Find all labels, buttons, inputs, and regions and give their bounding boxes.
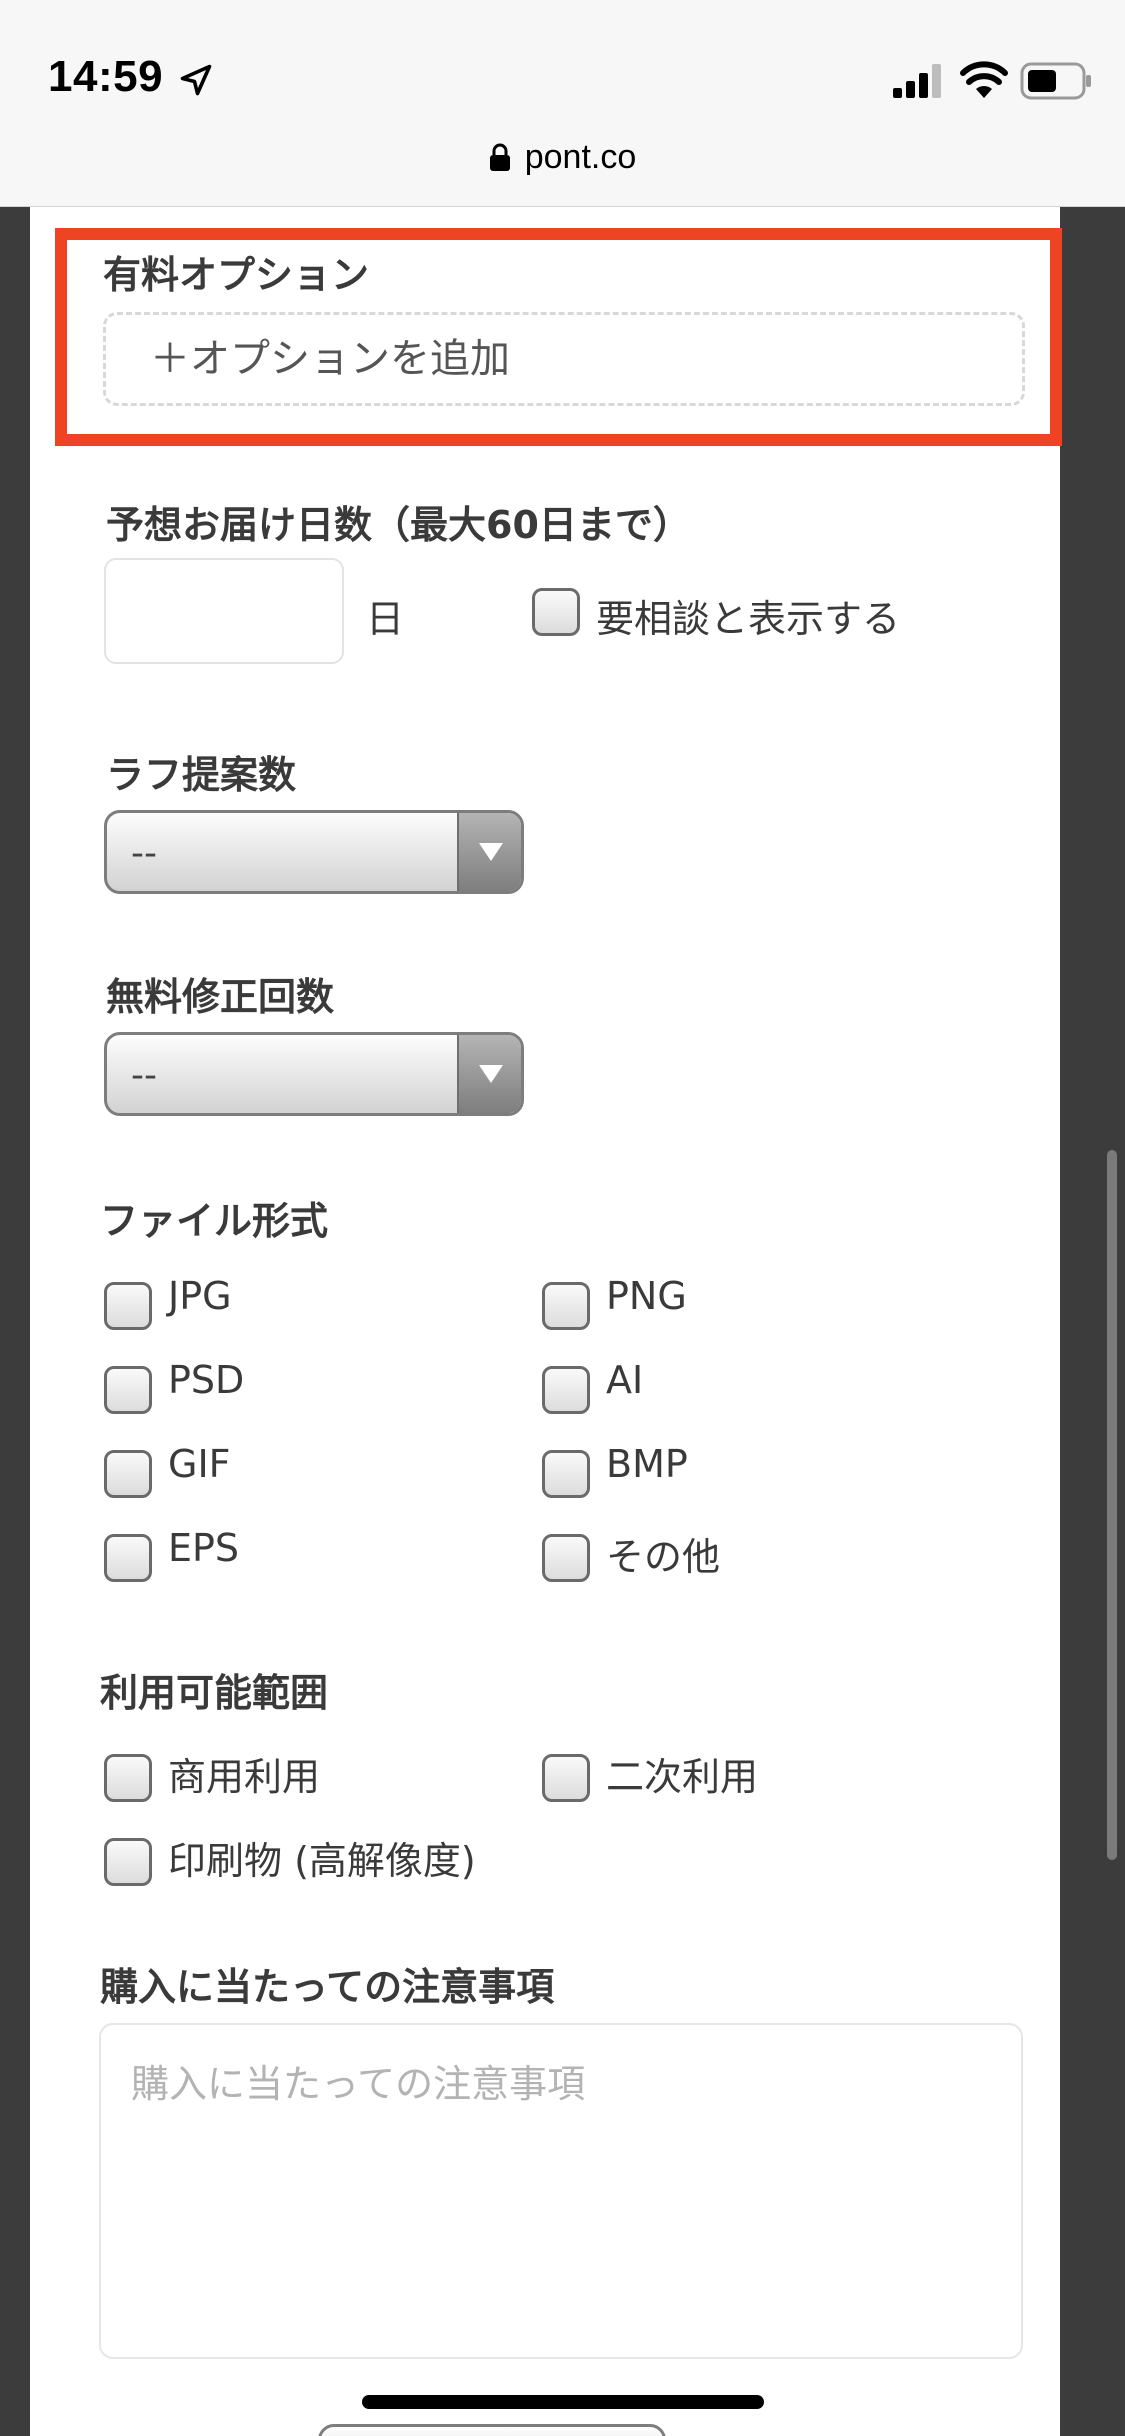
purchase-notes-label: 購入に当たっての注意事項 (100, 1965, 555, 2009)
checkbox-ai[interactable] (542, 1366, 590, 1414)
checkbox-png[interactable] (542, 1282, 590, 1330)
chevron-down-icon (457, 1035, 521, 1113)
chevron-down-icon (457, 813, 521, 891)
checkbox-secondary-use-label: 二次利用 (606, 1755, 759, 1799)
free-revisions-label: 無料修正回数 (106, 975, 335, 1019)
checkbox-commercial-use[interactable] (104, 1754, 152, 1802)
next-select[interactable] (318, 2424, 666, 2436)
checkbox-other[interactable] (542, 1534, 590, 1582)
url-text: pont.co (524, 138, 637, 176)
signal-icon (893, 64, 941, 98)
rough-proposals-label: ラフ提案数 (106, 753, 297, 797)
url-bar[interactable]: pont.co (0, 138, 1125, 177)
checkbox-secondary-use[interactable] (542, 1754, 590, 1802)
rough-proposals-value: -- (131, 833, 157, 874)
checkbox-jpg[interactable] (104, 1282, 152, 1330)
checkbox-psd[interactable] (104, 1366, 152, 1414)
checkbox-png-label: PNG (606, 1274, 687, 1318)
checkbox-bmp[interactable] (542, 1450, 590, 1498)
checkbox-gif[interactable] (104, 1450, 152, 1498)
browser-status-bar: 14:59 pont.co (0, 0, 1125, 207)
checkbox-bmp-label: BMP (606, 1442, 688, 1486)
wifi-icon (960, 61, 1008, 98)
file-formats-label: ファイル形式 (100, 1199, 329, 1243)
checkbox-eps-label: EPS (168, 1526, 240, 1570)
checkbox-commercial-use-label: 商用利用 (168, 1755, 321, 1799)
delivery-days-input[interactable] (104, 558, 344, 664)
add-option-button[interactable]: ＋オプションを追加 (103, 312, 1025, 406)
home-indicator[interactable] (362, 2395, 764, 2409)
checkbox-ai-label: AI (606, 1358, 644, 1402)
free-revisions-select[interactable]: -- (104, 1032, 524, 1116)
checkbox-jpg-label: JPG (168, 1274, 232, 1318)
checkbox-eps[interactable] (104, 1534, 152, 1582)
free-revisions-value: -- (131, 1055, 157, 1096)
checkbox-print-label: 印刷物 (高解像度) (168, 1839, 476, 1883)
consult-checkbox[interactable] (532, 588, 580, 636)
battery-icon (1020, 62, 1091, 100)
delivery-days-label: 予想お届け日数（最大60日まで） (106, 503, 691, 547)
purchase-notes-textarea[interactable] (99, 2023, 1023, 2359)
delivery-days-unit: 日 (366, 597, 405, 641)
lock-icon (489, 143, 510, 171)
checkbox-gif-label: GIF (168, 1442, 231, 1486)
rough-proposals-select[interactable]: -- (104, 810, 524, 894)
clock: 14:59 (48, 52, 164, 101)
checkbox-print[interactable] (104, 1838, 152, 1886)
checkbox-other-label: その他 (606, 1535, 721, 1579)
paid-options-label: 有料オプション (103, 253, 370, 297)
location-arrow-icon (180, 64, 212, 96)
consult-checkbox-label: 要相談と表示する (596, 597, 901, 641)
checkbox-psd-label: PSD (168, 1358, 245, 1402)
usage-scope-label: 利用可能範囲 (100, 1671, 329, 1715)
page-scrollbar[interactable] (1107, 1150, 1117, 1860)
